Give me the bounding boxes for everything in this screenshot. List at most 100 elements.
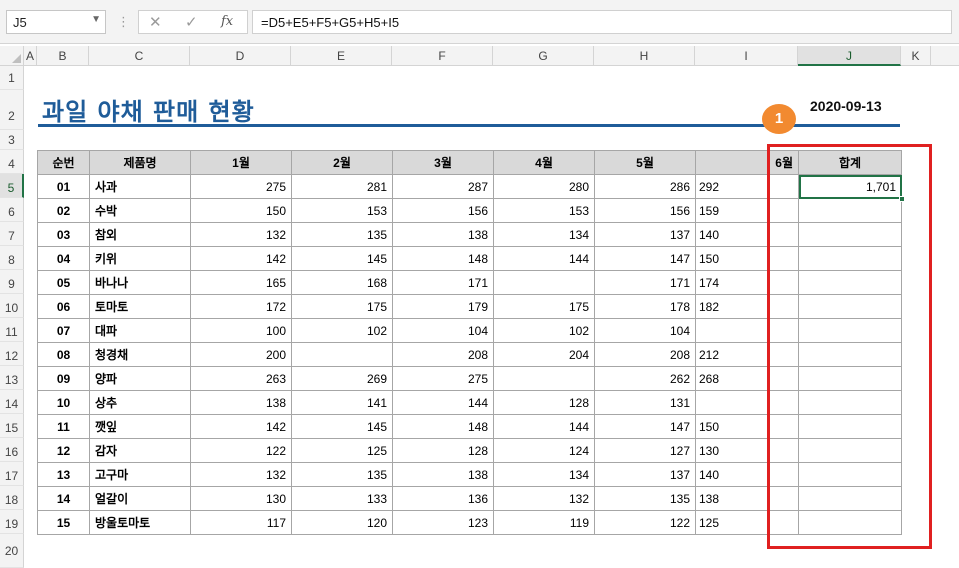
cell-sum[interactable] <box>798 318 902 343</box>
cell-month-6[interactable]: 125 <box>695 510 799 535</box>
cell-month-1[interactable]: 165 <box>190 270 292 295</box>
cell-month-2[interactable]: 145 <box>291 414 393 439</box>
cell-name[interactable]: 사과 <box>89 174 191 199</box>
cell-month-4[interactable]: 132 <box>493 486 595 511</box>
cell-month-1[interactable]: 142 <box>190 414 292 439</box>
formula-input[interactable]: =D5+E5+F5+G5+H5+I5 <box>252 10 952 34</box>
cell-month-5[interactable]: 156 <box>594 198 696 223</box>
cell-month-2[interactable]: 125 <box>291 438 393 463</box>
name-box[interactable]: J5 ▼ <box>6 10 106 34</box>
cell-month-6[interactable]: 182 <box>695 294 799 319</box>
cell-month-5[interactable]: 147 <box>594 414 696 439</box>
row-header-17[interactable]: 17 <box>0 462 24 486</box>
cell-month-5[interactable]: 286 <box>594 174 696 199</box>
cell-month-6[interactable]: 268 <box>695 366 799 391</box>
cell-name[interactable]: 깻잎 <box>89 414 191 439</box>
cell-name[interactable]: 대파 <box>89 318 191 343</box>
cell-month-2[interactable] <box>291 342 393 367</box>
fill-handle[interactable] <box>899 196 905 202</box>
cell-month-6[interactable]: 150 <box>695 246 799 271</box>
cell-month-4[interactable]: 153 <box>493 198 595 223</box>
header-m5[interactable]: 5월 <box>594 150 696 175</box>
cell-name[interactable]: 청경채 <box>89 342 191 367</box>
row-header-14[interactable]: 14 <box>0 390 24 414</box>
cell-month-4[interactable]: 175 <box>493 294 595 319</box>
header-no[interactable]: 순번 <box>37 150 90 175</box>
cell-month-1[interactable]: 142 <box>190 246 292 271</box>
cell-month-6[interactable]: 292 <box>695 174 799 199</box>
cell-month-5[interactable]: 262 <box>594 366 696 391</box>
cell-name[interactable]: 수박 <box>89 198 191 223</box>
cell-month-1[interactable]: 172 <box>190 294 292 319</box>
cell-month-3[interactable]: 128 <box>392 438 494 463</box>
cell-month-6[interactable] <box>695 390 799 415</box>
cell-no[interactable]: 10 <box>37 390 90 415</box>
cell-month-1[interactable]: 130 <box>190 486 292 511</box>
cell-month-2[interactable]: 133 <box>291 486 393 511</box>
cell-month-4[interactable]: 280 <box>493 174 595 199</box>
cell-name[interactable]: 감자 <box>89 438 191 463</box>
cell-sum[interactable] <box>798 246 902 271</box>
cell-sum[interactable] <box>798 510 902 535</box>
cancel-icon[interactable]: ✕ <box>149 13 162 31</box>
cell-sum[interactable] <box>798 486 902 511</box>
cell-month-5[interactable]: 131 <box>594 390 696 415</box>
row-header-8[interactable]: 8 <box>0 246 24 270</box>
check-icon[interactable]: ✓ <box>185 13 198 31</box>
row-header-9[interactable]: 9 <box>0 270 24 294</box>
cell-no[interactable]: 04 <box>37 246 90 271</box>
cell-month-6[interactable]: 140 <box>695 222 799 247</box>
cell-month-3[interactable]: 275 <box>392 366 494 391</box>
cell-month-3[interactable]: 123 <box>392 510 494 535</box>
cell-name[interactable]: 고구마 <box>89 462 191 487</box>
cell-month-6[interactable]: 159 <box>695 198 799 223</box>
column-header-h[interactable]: H <box>594 46 695 66</box>
cell-month-3[interactable]: 287 <box>392 174 494 199</box>
cell-month-3[interactable]: 138 <box>392 462 494 487</box>
cell-month-2[interactable]: 168 <box>291 270 393 295</box>
cell-sum[interactable] <box>798 366 902 391</box>
cell-month-1[interactable]: 263 <box>190 366 292 391</box>
header-m2[interactable]: 2월 <box>291 150 393 175</box>
cell-sum[interactable]: 1,701 <box>798 174 905 202</box>
cell-month-4[interactable]: 124 <box>493 438 595 463</box>
cell-month-2[interactable]: 281 <box>291 174 393 199</box>
cell-month-4[interactable] <box>493 366 595 391</box>
cell-sum[interactable] <box>798 222 902 247</box>
sheet-title[interactable]: 과일 야채 판매 현황 <box>42 92 255 127</box>
cell-name[interactable]: 키위 <box>89 246 191 271</box>
cell-month-3[interactable]: 148 <box>392 246 494 271</box>
cell-month-4[interactable]: 144 <box>493 246 595 271</box>
column-header-a[interactable]: A <box>24 46 37 66</box>
column-header-g[interactable]: G <box>493 46 594 66</box>
cell-month-5[interactable]: 104 <box>594 318 696 343</box>
cell-month-5[interactable]: 147 <box>594 246 696 271</box>
cell-month-2[interactable]: 102 <box>291 318 393 343</box>
header-m3[interactable]: 3월 <box>392 150 494 175</box>
cell-no[interactable]: 11 <box>37 414 90 439</box>
cell-month-3[interactable]: 171 <box>392 270 494 295</box>
header-sum[interactable]: 합계 <box>798 150 902 175</box>
cell-month-5[interactable]: 178 <box>594 294 696 319</box>
cell-no[interactable]: 14 <box>37 486 90 511</box>
cell-sum[interactable] <box>798 438 902 463</box>
cell-month-3[interactable]: 138 <box>392 222 494 247</box>
row-header-7[interactable]: 7 <box>0 222 24 246</box>
cell-no[interactable]: 01 <box>37 174 90 199</box>
cell-month-6[interactable]: 150 <box>695 414 799 439</box>
cell-month-4[interactable]: 134 <box>493 222 595 247</box>
cell-month-4[interactable]: 134 <box>493 462 595 487</box>
cell-name[interactable]: 바나나 <box>89 270 191 295</box>
cell-month-3[interactable]: 104 <box>392 318 494 343</box>
cell-sum[interactable] <box>798 270 902 295</box>
cell-month-5[interactable]: 122 <box>594 510 696 535</box>
cell-month-2[interactable]: 135 <box>291 462 393 487</box>
cell-month-3[interactable]: 148 <box>392 414 494 439</box>
row-header-13[interactable]: 13 <box>0 366 24 390</box>
cell-month-1[interactable]: 100 <box>190 318 292 343</box>
header-m6[interactable]: 6월 <box>695 150 799 175</box>
cell-name[interactable]: 방울토마토 <box>89 510 191 535</box>
chevron-down-icon[interactable]: ▼ <box>91 14 101 25</box>
cell-month-6[interactable]: 130 <box>695 438 799 463</box>
column-header-j[interactable]: J <box>798 46 901 66</box>
